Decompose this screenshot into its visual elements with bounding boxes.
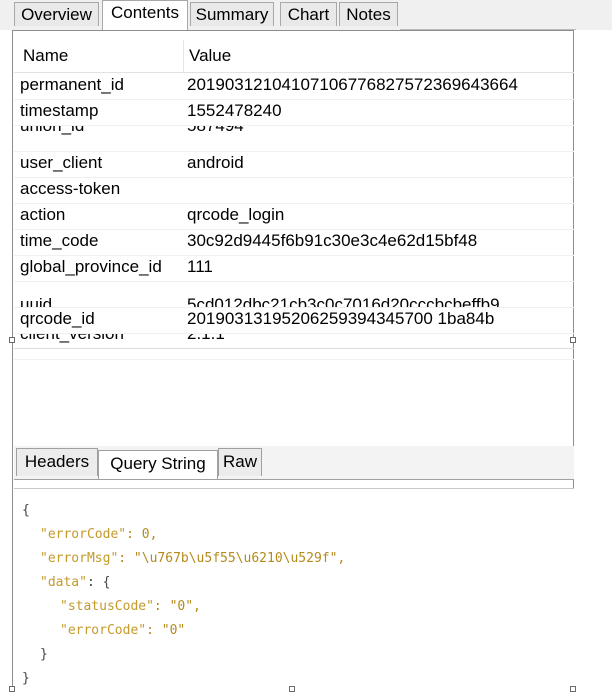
json-value: : 0, (126, 527, 158, 542)
json-value: : "0", (153, 599, 201, 614)
row-value: 1552478240 (187, 101, 282, 120)
grid-bottom-line (14, 348, 574, 349)
json-key: "errorCode" (40, 527, 127, 542)
table-row[interactable]: timestamp 1552478240 (14, 100, 574, 126)
resize-handle[interactable] (570, 337, 576, 343)
row-name: union_id (20, 126, 84, 136)
row-value: android (187, 153, 244, 172)
table-row[interactable]: user_client android (14, 152, 574, 178)
table-row[interactable]: action qrcode_login (14, 204, 574, 230)
json-line: "errorMsg": "\u767b\u5f55\u6210\u529f", (40, 551, 345, 566)
table-row[interactable]: qrcode_id 20190313195206259394345700 1ba… (14, 308, 574, 334)
bottom-tab-strip: Headers Query String Raw (14, 446, 574, 480)
tab-query-string[interactable]: Query String (98, 450, 218, 479)
row-name: access-token (20, 179, 121, 198)
tab-overview[interactable]: Overview (14, 2, 99, 26)
row-value: 111 (187, 257, 213, 276)
resize-handle[interactable] (9, 686, 15, 692)
row-name: qrcode_id (20, 309, 95, 328)
json-value: : "\u767b\u5f55\u6210\u529f", (118, 551, 346, 566)
json-line: "data": { (40, 575, 110, 590)
json-viewer[interactable]: { "errorCode": 0, "errorMsg": "\u767b\u5… (14, 488, 574, 693)
row-value: 2.1.1 (187, 334, 225, 344)
tab-chart[interactable]: Chart (280, 2, 337, 26)
json-value: : { (86, 575, 111, 590)
row-value: 20190312104107106776827572369643664 (187, 75, 518, 94)
table-row[interactable]: time_code 30c92d9445f6b91c30e3c4e62d15bf… (14, 230, 574, 256)
row-name: global_province_id (20, 257, 162, 276)
top-tab-strip: Overview Contents Summary Chart Notes (0, 0, 612, 30)
tab-raw[interactable]: Raw (218, 448, 262, 476)
table-row[interactable]: union_id 587494 (14, 126, 574, 152)
resize-handle[interactable] (570, 686, 576, 692)
tab-notes[interactable]: Notes (339, 2, 398, 26)
tab-headers[interactable]: Headers (16, 448, 98, 476)
json-line: "errorCode": 0, (40, 527, 157, 542)
tab-contents[interactable]: Contents (102, 0, 188, 30)
row-value: 5cd012dbc21cb3c0c7016d20cccbcbeffb9 (187, 295, 500, 308)
row-name: time_code (20, 231, 99, 250)
row-name: action (20, 205, 66, 224)
json-key: "errorCode" (60, 623, 147, 638)
row-name: uuid (20, 295, 53, 308)
tab-summary[interactable]: Summary (190, 2, 274, 26)
column-header-name[interactable]: Name (23, 46, 68, 66)
column-header-value[interactable]: Value (189, 46, 231, 66)
table-row[interactable]: permanent_id 201903121041071067768275723… (14, 74, 574, 100)
table-row[interactable]: global_province_id 111 (14, 256, 574, 282)
json-line: "statusCode": "0", (60, 599, 201, 614)
resize-handle[interactable] (289, 686, 295, 692)
table-row[interactable]: uuid 5cd012dbc21cb3c0c7016d20cccbcbeffb9 (14, 282, 574, 308)
json-value: : "0" (146, 623, 186, 638)
json-brace-close: } (40, 647, 48, 662)
row-value: qrcode_login (187, 205, 285, 224)
json-brace-open: { (22, 503, 30, 518)
row-name: permanent_id (20, 75, 124, 94)
row-value: 30c92d9445f6b91c30e3c4e62d15bf48 (187, 231, 478, 250)
row-value: 587494 (187, 126, 244, 136)
resize-handle[interactable] (9, 337, 15, 343)
row-value: 20190313195206259394345700 1ba84b (187, 309, 495, 328)
grid-header: Name Value (14, 40, 574, 73)
row-name: user_client (20, 153, 103, 172)
json-line: "errorCode": "0" (60, 623, 185, 638)
json-key: "statusCode" (60, 599, 154, 614)
grid-rows: permanent_id 201903121041071067768275723… (14, 74, 574, 360)
json-key: "errorMsg" (40, 551, 119, 566)
json-key: "data" (40, 575, 87, 590)
column-divider[interactable] (183, 40, 184, 72)
table-row[interactable]: client_version 2.1.1 (14, 334, 574, 360)
json-brace-close: } (22, 671, 30, 686)
row-name: timestamp (20, 101, 99, 120)
table-row[interactable]: access-token (14, 178, 574, 204)
row-name: client_version (20, 334, 124, 344)
